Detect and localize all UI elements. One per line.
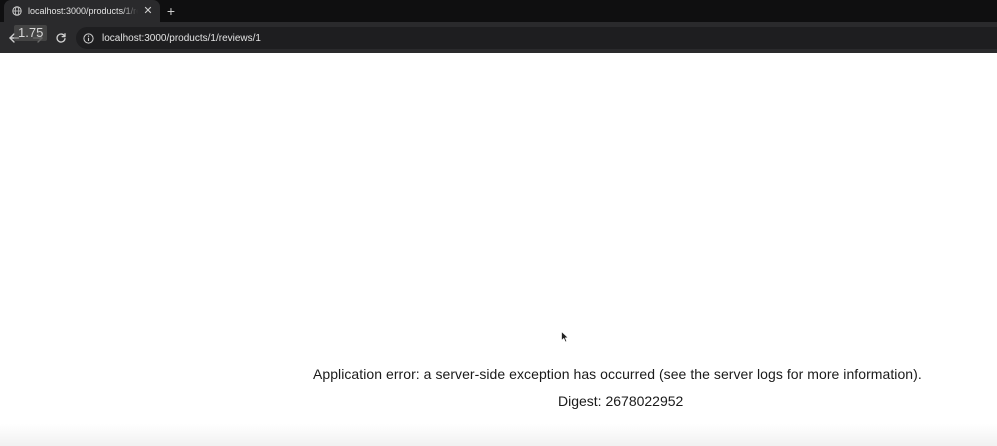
address-bar[interactable]: localhost:3000/products/1/reviews/1 — [76, 27, 997, 49]
page-bottom-edge — [0, 424, 997, 446]
mouse-cursor-icon — [561, 331, 569, 343]
page-content: Application error: a server-side excepti… — [0, 53, 997, 446]
tab-strip: localhost:3000/products/1/re ✕ + — [0, 0, 997, 22]
url-text: localhost:3000/products/1/reviews/1 — [102, 32, 261, 44]
error-message: Application error: a server-side excepti… — [313, 366, 922, 382]
close-icon[interactable]: ✕ — [142, 5, 154, 17]
playback-speed-overlay: 1.75 — [14, 25, 48, 41]
error-digest: Digest: 2678022952 — [558, 393, 684, 409]
tab-title: localhost:3000/products/1/re — [28, 6, 138, 16]
globe-icon — [12, 6, 22, 16]
tab-active[interactable]: localhost:3000/products/1/re ✕ — [4, 0, 160, 22]
reload-icon[interactable] — [53, 30, 69, 46]
plus-icon[interactable]: + — [163, 3, 179, 19]
info-icon[interactable] — [83, 32, 94, 44]
browser-window: localhost:3000/products/1/re ✕ + 1.75 lo… — [0, 0, 997, 446]
